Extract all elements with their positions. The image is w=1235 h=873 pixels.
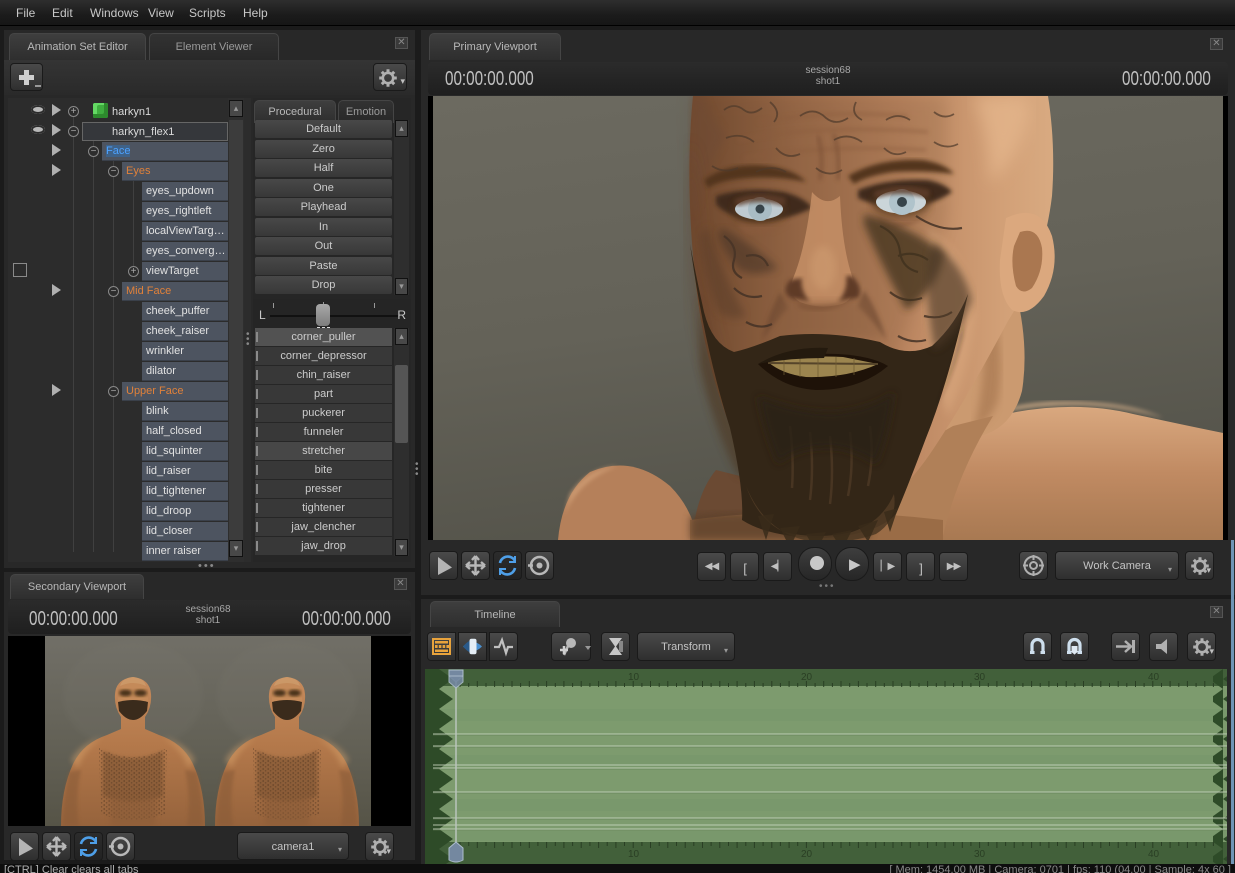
svg-text:20: 20 <box>801 849 813 860</box>
svg-text:10: 10 <box>628 672 640 683</box>
svg-text:40: 40 <box>1148 672 1160 683</box>
svg-text:30: 30 <box>974 849 986 860</box>
svg-text:10: 10 <box>628 849 640 860</box>
svg-text:40: 40 <box>1148 849 1160 860</box>
